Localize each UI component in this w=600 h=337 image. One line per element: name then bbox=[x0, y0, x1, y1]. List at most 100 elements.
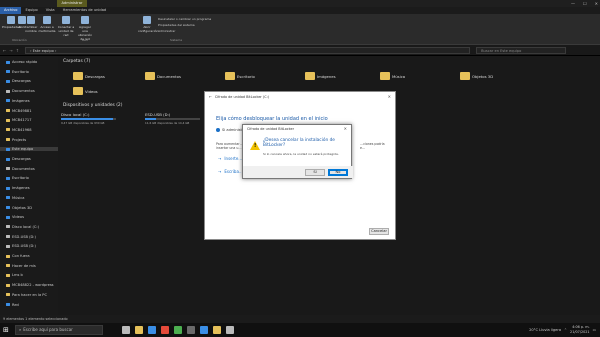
sidebar-item-label: Para hacer en la PC bbox=[12, 292, 47, 297]
taskbar-app-icon[interactable] bbox=[226, 326, 234, 334]
sidebar-item[interactable]: ESD-USB (D:) bbox=[6, 244, 36, 248]
dialog-footer: Sí No bbox=[243, 166, 353, 178]
sidebar-item[interactable]: Videos bbox=[6, 215, 24, 219]
address-bar[interactable]: › Este equipo › bbox=[25, 46, 471, 54]
sidebar-item[interactable]: MCB41968 bbox=[6, 128, 32, 132]
taskbar-app-icon[interactable] bbox=[135, 326, 143, 334]
maximize-icon[interactable]: ☐ bbox=[583, 0, 587, 7]
clock[interactable]: 4:06 p. m. 21/07/2021 bbox=[570, 325, 590, 334]
close-icon[interactable]: ✕ bbox=[344, 126, 347, 131]
sidebar-item[interactable]: Descargas bbox=[6, 157, 31, 161]
ribbon-small-button[interactable]: Propiedades del sistema bbox=[158, 23, 195, 27]
minimize-icon[interactable]: — bbox=[571, 0, 575, 7]
sidebar-item-label: Objetos 3D bbox=[12, 205, 32, 210]
back-icon[interactable]: ← bbox=[3, 48, 6, 53]
taskbar-search-input[interactable]: ⌕ Escribe aquí para buscar bbox=[15, 325, 103, 335]
ribbon-group-label: Red bbox=[82, 38, 88, 42]
folder-icon bbox=[6, 254, 10, 258]
folder-icon bbox=[6, 118, 10, 122]
ribbon-button[interactable]: Abrir configuración bbox=[138, 16, 159, 33]
ribbon-small-button[interactable]: Administrar bbox=[158, 29, 175, 33]
sidebar-item[interactable]: Documentos bbox=[6, 167, 35, 171]
taskbar-app-icon[interactable] bbox=[174, 326, 182, 334]
taskbar-app-icon[interactable] bbox=[122, 326, 130, 334]
ribbon-button[interactable]: Conectar a unidad de red bbox=[57, 16, 75, 37]
sidebar-item[interactable]: Este equipo bbox=[0, 147, 58, 152]
windows-start-icon[interactable]: ⊞ bbox=[3, 326, 11, 334]
search-input[interactable]: Buscar en Este equipo bbox=[476, 46, 567, 54]
sidebar-item[interactable]: MCB41717 bbox=[6, 118, 32, 122]
taskbar-app-icon[interactable] bbox=[161, 326, 169, 334]
taskbar-app-icon[interactable] bbox=[200, 326, 208, 334]
folder-item[interactable]: Descargas bbox=[73, 72, 105, 80]
tab-herramientas-unidad[interactable]: Herramientas de unidad bbox=[59, 7, 111, 14]
sidebar-item[interactable]: Imágenes bbox=[6, 186, 30, 190]
sidebar-item[interactable]: Acceso rápido bbox=[6, 60, 37, 64]
sidebar-item[interactable]: Documentos bbox=[6, 89, 35, 93]
sidebar-item[interactable]: MCB48822 - wordpress bbox=[6, 283, 54, 287]
ribbon-button[interactable]: Acceso a multimedia bbox=[38, 16, 56, 33]
sidebar-item-label: ESD-USB (D:) bbox=[12, 244, 36, 249]
back-icon[interactable]: ← bbox=[209, 95, 212, 99]
sidebar-item[interactable]: Objetos 3D bbox=[6, 206, 32, 210]
weather-status[interactable]: 20°C Lluvia ligera bbox=[529, 328, 561, 332]
folder-item[interactable]: Objetos 3D bbox=[460, 72, 493, 80]
sidebar-item-label: Escritorio bbox=[12, 176, 29, 181]
folder-label: Escritorio bbox=[237, 73, 255, 79]
sidebar-item[interactable]: ESD-USB (D:) bbox=[6, 235, 36, 239]
sidebar-item[interactable]: Con fuera bbox=[6, 254, 30, 258]
tab-equipo[interactable]: Equipo bbox=[21, 7, 41, 14]
sidebar-item[interactable]: Para hacer en la PC bbox=[6, 293, 47, 297]
sidebar-item[interactable]: Lms b bbox=[6, 273, 23, 277]
manage-tab[interactable]: Administrar bbox=[57, 0, 87, 7]
dialog-title: Cifrado de unidad BitLocker (C:) bbox=[214, 94, 270, 99]
sidebar-item[interactable]: Escritorio bbox=[6, 70, 29, 74]
sidebar-item[interactable]: MCB49881 bbox=[6, 109, 32, 113]
sidebar-item[interactable]: Escritorio bbox=[6, 176, 29, 180]
option-insert-usb[interactable]: → Inserte… bbox=[218, 156, 242, 161]
notification-icon[interactable]: ▭ bbox=[593, 328, 596, 332]
folder-item[interactable]: Música bbox=[380, 72, 405, 80]
sidebar-item[interactable]: Red bbox=[6, 303, 19, 307]
sidebar-item[interactable]: Projects bbox=[6, 138, 26, 142]
tab-archivo[interactable]: Archivo bbox=[0, 7, 22, 14]
sidebar-item[interactable]: Descargas bbox=[6, 79, 31, 83]
folder-icon bbox=[145, 72, 155, 80]
close-icon[interactable]: ✕ bbox=[388, 94, 391, 99]
ribbon-tabs: Archivo Equipo Vista Herramientas de uni… bbox=[0, 7, 600, 14]
folder-icon bbox=[6, 79, 10, 83]
folder-item[interactable]: Escritorio bbox=[225, 72, 255, 80]
sidebar-item-label: Descargas bbox=[12, 79, 31, 84]
sidebar-item[interactable]: Imágenes bbox=[6, 99, 30, 103]
chevron-up-icon[interactable]: ⌃ bbox=[564, 328, 567, 332]
tab-vista[interactable]: Vista bbox=[42, 7, 59, 14]
folder-item[interactable]: Videos bbox=[73, 87, 98, 95]
dialog-heading: Elija cómo desbloquear la unidad en el i… bbox=[216, 116, 328, 122]
no-button[interactable]: No bbox=[328, 169, 348, 176]
cancel-button[interactable]: Cancelar bbox=[369, 228, 389, 235]
forward-icon[interactable]: → bbox=[9, 48, 12, 53]
option-enter-password[interactable]: → Escriba… bbox=[218, 169, 243, 174]
up-icon[interactable]: ↑ bbox=[16, 48, 19, 53]
sidebar-item[interactable]: Disco local (C:) bbox=[6, 225, 39, 229]
confirm-cancel-dialog: Cifrado de unidad BitLocker ✕ ! ¿Desea c… bbox=[242, 124, 353, 179]
drive-item[interactable]: Disco local (C:) 9,47 GB disponibles de 9… bbox=[61, 112, 116, 125]
taskbar-app-icon[interactable] bbox=[187, 326, 195, 334]
folder-label: Música bbox=[392, 73, 406, 79]
close-icon[interactable]: ✕ bbox=[595, 0, 598, 7]
drive-item[interactable]: ESD-USB (D:) 11,6 GB disponibles de 14,4 … bbox=[145, 112, 200, 125]
drive-usage-fill bbox=[145, 118, 156, 120]
ribbon-small-button[interactable]: Desinstalar o cambiar un programa bbox=[158, 17, 211, 21]
clock-time: 4:06 p. m. bbox=[572, 325, 590, 329]
folder-item[interactable]: Documentos bbox=[145, 72, 181, 80]
dialog-right-text: …ciones podría e… bbox=[360, 142, 385, 150]
yes-button[interactable]: Sí bbox=[305, 169, 325, 176]
sidebar-item[interactable]: Música bbox=[6, 196, 24, 200]
folder-item[interactable]: Imágenes bbox=[305, 72, 336, 80]
sidebar-item[interactable]: Hacer de mis bbox=[6, 264, 36, 268]
ribbon-button-label: Abrir configuración bbox=[138, 25, 159, 33]
taskbar-app-icon[interactable] bbox=[213, 326, 221, 334]
sidebar-item-label: Este equipo bbox=[12, 147, 34, 152]
confirm-question: ¿Desea cancelar la instalación de BitLoc… bbox=[263, 138, 335, 148]
taskbar-app-icon[interactable] bbox=[148, 326, 156, 334]
